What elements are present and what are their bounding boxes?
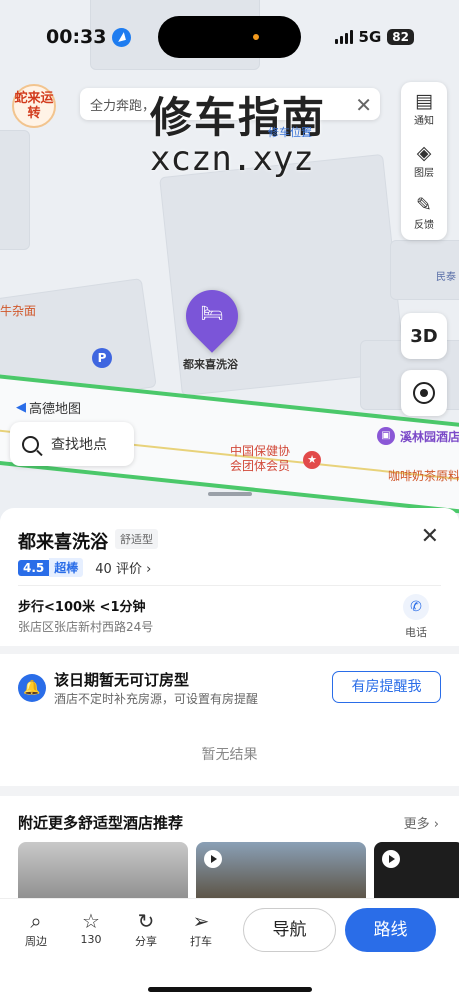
notice-title: 该日期暂无可订房型 <box>54 671 190 689</box>
status-bar: 00:33 5G 82 <box>0 0 459 74</box>
brand-text: 高德地图 <box>29 402 82 417</box>
bottom-label: 130 <box>80 933 102 946</box>
hotel-thumbnail[interactable] <box>196 842 366 902</box>
battery-icon: 82 <box>387 29 414 45</box>
bottom-label: 分享 <box>135 935 157 948</box>
hotel-name: 都来喜洗浴 <box>18 532 108 553</box>
taxi-button[interactable]: ➢ 打车 <box>181 909 221 949</box>
status-indicators: 5G 82 <box>334 28 414 46</box>
divider <box>18 585 441 586</box>
parking-icon[interactable]: P <box>92 348 112 368</box>
availability-notice: 🔔 该日期暂无可订房型 酒店不定时补充房源，可设置有房提醒 有房提醒我 暂无结果 <box>0 654 459 786</box>
map-label-location: 修车位置 <box>268 126 312 139</box>
poi-label: 咖啡奶茶原料 <box>388 469 459 483</box>
pin-label: 都来喜洗浴 <box>183 358 238 371</box>
poi-star-icon[interactable]: ★ <box>303 451 321 469</box>
remind-button[interactable]: 有房提醒我 <box>332 671 441 703</box>
walk-distance: 步行<100米 <1分钟 <box>18 600 146 615</box>
privacy-dot-icon <box>253 34 259 40</box>
phone-label[interactable]: 电话 <box>405 624 427 640</box>
time-text: 00:33 <box>46 26 107 48</box>
close-icon[interactable]: ✕ <box>421 524 439 549</box>
locate-button[interactable] <box>401 370 447 416</box>
hotel-poi-icon[interactable]: ▣ <box>377 427 395 445</box>
search-place-button[interactable]: 查找地点 <box>10 422 134 466</box>
bottom-bar: ⌕ 周边 ☆ 130 ↻ 分享 ➢ 打车 导航 路线 <box>0 898 459 1000</box>
tool-label: 反馈 <box>414 219 434 231</box>
banner-text: 全力奔跑， <box>90 98 156 114</box>
bell-icon: 🔔 <box>18 674 46 702</box>
bottom-label: 打车 <box>190 935 212 948</box>
locate-icon <box>413 382 435 404</box>
home-indicator[interactable] <box>148 987 312 992</box>
recommend-section: 附近更多舒适型酒店推荐 更多 › <box>0 796 459 906</box>
map-building <box>0 130 30 250</box>
notice-subtitle: 酒店不定时补充房源，可设置有房提醒 <box>54 692 259 706</box>
tool-label: 通知 <box>414 115 434 127</box>
hotel-thumbnail[interactable] <box>18 842 188 902</box>
location-arrow-icon <box>112 27 132 47</box>
share-icon: ↻ <box>137 909 155 933</box>
rating-tag: 超棒 <box>49 558 84 577</box>
play-icon <box>204 850 222 868</box>
hotel-thumbnail[interactable] <box>374 842 459 902</box>
tool-feedback[interactable]: ✎ 反馈 <box>401 186 447 238</box>
no-result-text: 暂无结果 <box>201 747 258 763</box>
map-label: 牛杂面 <box>0 304 37 318</box>
route-button[interactable]: 路线 <box>345 908 436 952</box>
rating-score: 4.5 <box>18 559 50 576</box>
tool-label: 图层 <box>414 167 434 179</box>
promo-logo[interactable]: 蛇来运转 <box>12 84 56 128</box>
favorite-button[interactable]: ☆ 130 <box>71 909 111 946</box>
nearby-button[interactable]: ⌕ 周边 <box>16 909 56 949</box>
bottom-label: 周边 <box>25 935 47 948</box>
dynamic-island <box>158 16 301 58</box>
recommend-title: 附近更多舒适型酒店推荐 <box>18 814 184 832</box>
poi-label: 中国保健协会团体会员 <box>230 444 291 473</box>
search-icon: ⌕ <box>30 909 42 933</box>
signal-icon <box>334 30 353 44</box>
edit-icon: ✎ <box>416 193 432 216</box>
search-label: 查找地点 <box>51 437 107 453</box>
star-icon: ☆ <box>82 909 100 933</box>
poi-label: 溪林园酒店 <box>400 430 459 444</box>
hotel-rating[interactable]: 4.5 超棒 40 评价 › <box>18 558 151 577</box>
close-icon[interactable]: ✕ <box>355 93 372 117</box>
more-link[interactable]: 更多 › <box>404 813 439 832</box>
map-view[interactable]: 00:33 5G 82 蛇来运转 全力奔跑， ✕ 修车指南 xczn.xyz 修… <box>0 0 459 520</box>
status-time: 00:33 <box>46 26 132 48</box>
navigate-button[interactable]: 导航 <box>243 908 336 952</box>
3d-button[interactable]: 3D <box>401 313 447 359</box>
review-count[interactable]: 40 评价 › <box>95 558 151 577</box>
tool-notice[interactable]: ▤ 通知 <box>401 82 447 134</box>
promo-banner[interactable]: 全力奔跑， ✕ <box>80 88 380 120</box>
tool-layers[interactable]: ◈ 图层 <box>401 134 447 186</box>
network-type: 5G <box>358 28 382 46</box>
layers-icon: ◈ <box>416 141 432 164</box>
phone-icon[interactable]: ✆ <box>403 594 429 620</box>
taxi-icon: ➢ <box>192 909 210 933</box>
note-icon: ▤ <box>415 89 433 112</box>
hotel-card: 都来喜洗浴 舒适型 ✕ 4.5 超棒 40 评价 › 步行<100米 <1分钟 … <box>0 508 459 646</box>
play-icon <box>382 850 400 868</box>
map-tools: ▤ 通知 ◈ 图层 ✎ 反馈 <box>401 82 447 240</box>
hotel-type-badge: 舒适型 <box>115 529 158 549</box>
search-icon <box>22 435 39 453</box>
map-label: 民泰 <box>436 272 456 283</box>
amap-logo-icon: ◀ <box>16 400 26 415</box>
share-button[interactable]: ↻ 分享 <box>126 909 166 949</box>
drag-handle[interactable] <box>208 492 252 496</box>
hotel-address: 张店区张店新村西路24号 <box>18 620 154 634</box>
map-brand: ◀ 高德地图 <box>16 398 81 417</box>
bed-icon: 🛏 <box>200 303 224 324</box>
